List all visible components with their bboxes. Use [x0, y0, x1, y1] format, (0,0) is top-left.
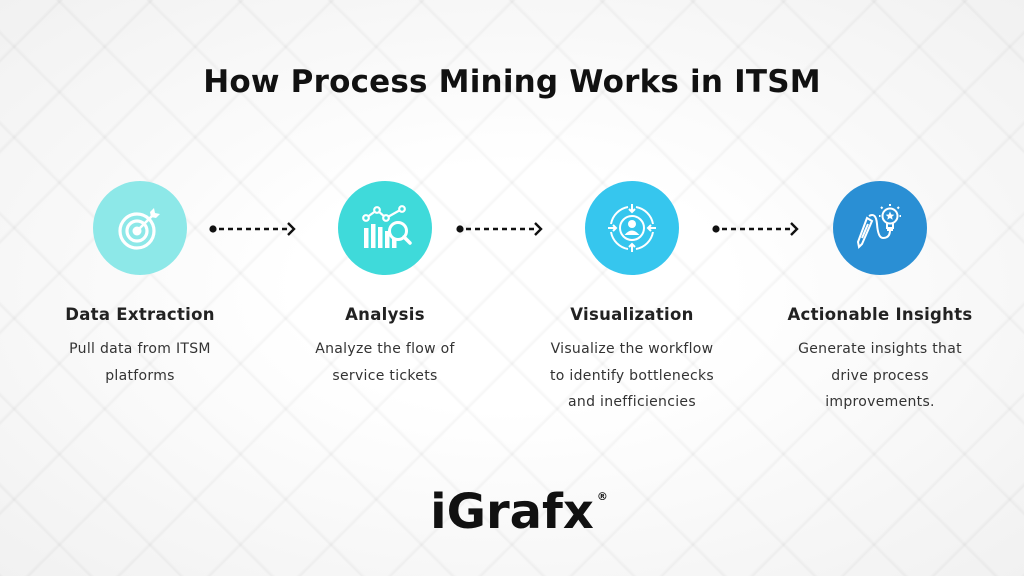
- step-icon-circle: [338, 181, 432, 275]
- logo-wordmark: iGrafx ®: [430, 484, 608, 540]
- step-description: Analyze the flow of service tickets: [270, 336, 500, 389]
- target-icon: [118, 208, 160, 250]
- step-description: Pull data from ITSM platforms: [25, 336, 255, 389]
- step-title: Data Extraction: [65, 305, 215, 324]
- description-line: service tickets: [332, 367, 438, 384]
- description-line: to identify bottlenecks: [550, 367, 714, 384]
- registered-mark: ®: [596, 490, 608, 503]
- step-actionable-insights: Actionable Insights Generate insights th…: [765, 181, 995, 416]
- step-description: Visualize the workflow to identify bottl…: [517, 336, 747, 416]
- description-line: Generate insights that: [798, 341, 962, 357]
- description-line: and inefficiencies: [568, 394, 696, 410]
- step-data-extraction: Data Extraction Pull data from ITSM plat…: [25, 181, 255, 389]
- dotted-arrow-icon: [456, 222, 543, 236]
- logo-text: iGrafx: [430, 484, 594, 540]
- step-icon-circle: [93, 181, 187, 275]
- step-visualization: Visualization Visualize the workflow to …: [517, 181, 747, 416]
- step-title: Visualization: [570, 305, 694, 324]
- description-line: platforms: [105, 367, 175, 384]
- pencil-lightbulb-icon: [856, 204, 901, 250]
- step-analysis: Analysis Analyze the flow of service tic…: [270, 181, 500, 389]
- step-description: Generate insights that drive process imp…: [765, 336, 995, 416]
- page-title: How Process Mining Works in ITSM: [203, 64, 821, 100]
- dotted-arrow-icon: [209, 222, 296, 236]
- step-icon-circle: [585, 181, 679, 275]
- description-line: Analyze the flow of: [315, 341, 455, 357]
- brand-logo: iGrafx ®: [0, 484, 1024, 540]
- chart-magnifier-icon: [362, 205, 412, 248]
- description-line: improvements.: [825, 394, 935, 410]
- step-title: Analysis: [345, 305, 425, 324]
- description-line: Visualize the workflow: [550, 341, 714, 357]
- dotted-arrow-icon: [712, 222, 799, 236]
- description-line: drive process: [831, 367, 929, 384]
- description-line: Pull data from ITSM: [69, 341, 211, 357]
- step-icon-circle: [833, 181, 927, 275]
- step-title: Actionable Insights: [787, 305, 973, 324]
- user-cycle-icon: [608, 204, 656, 252]
